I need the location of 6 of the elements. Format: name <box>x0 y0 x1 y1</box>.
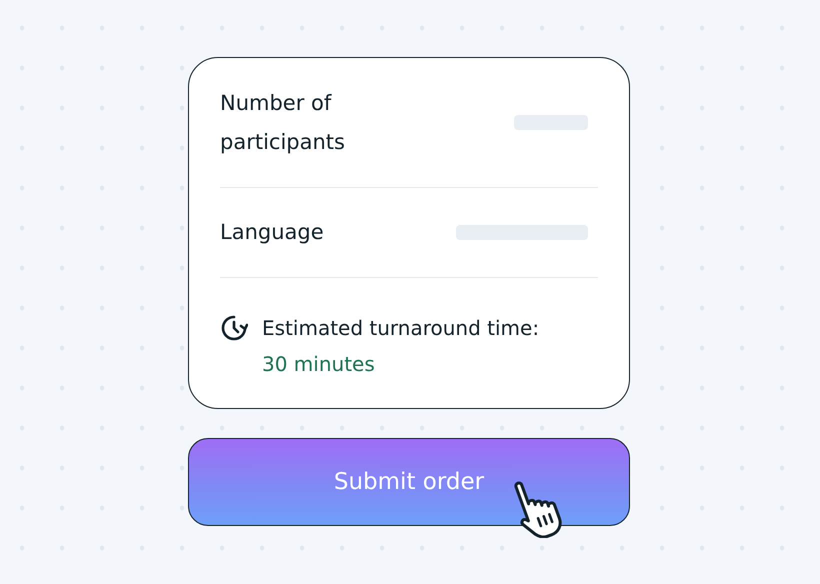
estimate-label: Estimated turnaround time: <box>262 315 540 342</box>
field-label: Number of participants <box>220 90 346 156</box>
clock-icon <box>220 314 248 342</box>
estimate-value: 30 minutes <box>262 351 376 378</box>
field-label: Language <box>220 219 325 246</box>
submit-button[interactable]: Submit order <box>188 438 630 526</box>
